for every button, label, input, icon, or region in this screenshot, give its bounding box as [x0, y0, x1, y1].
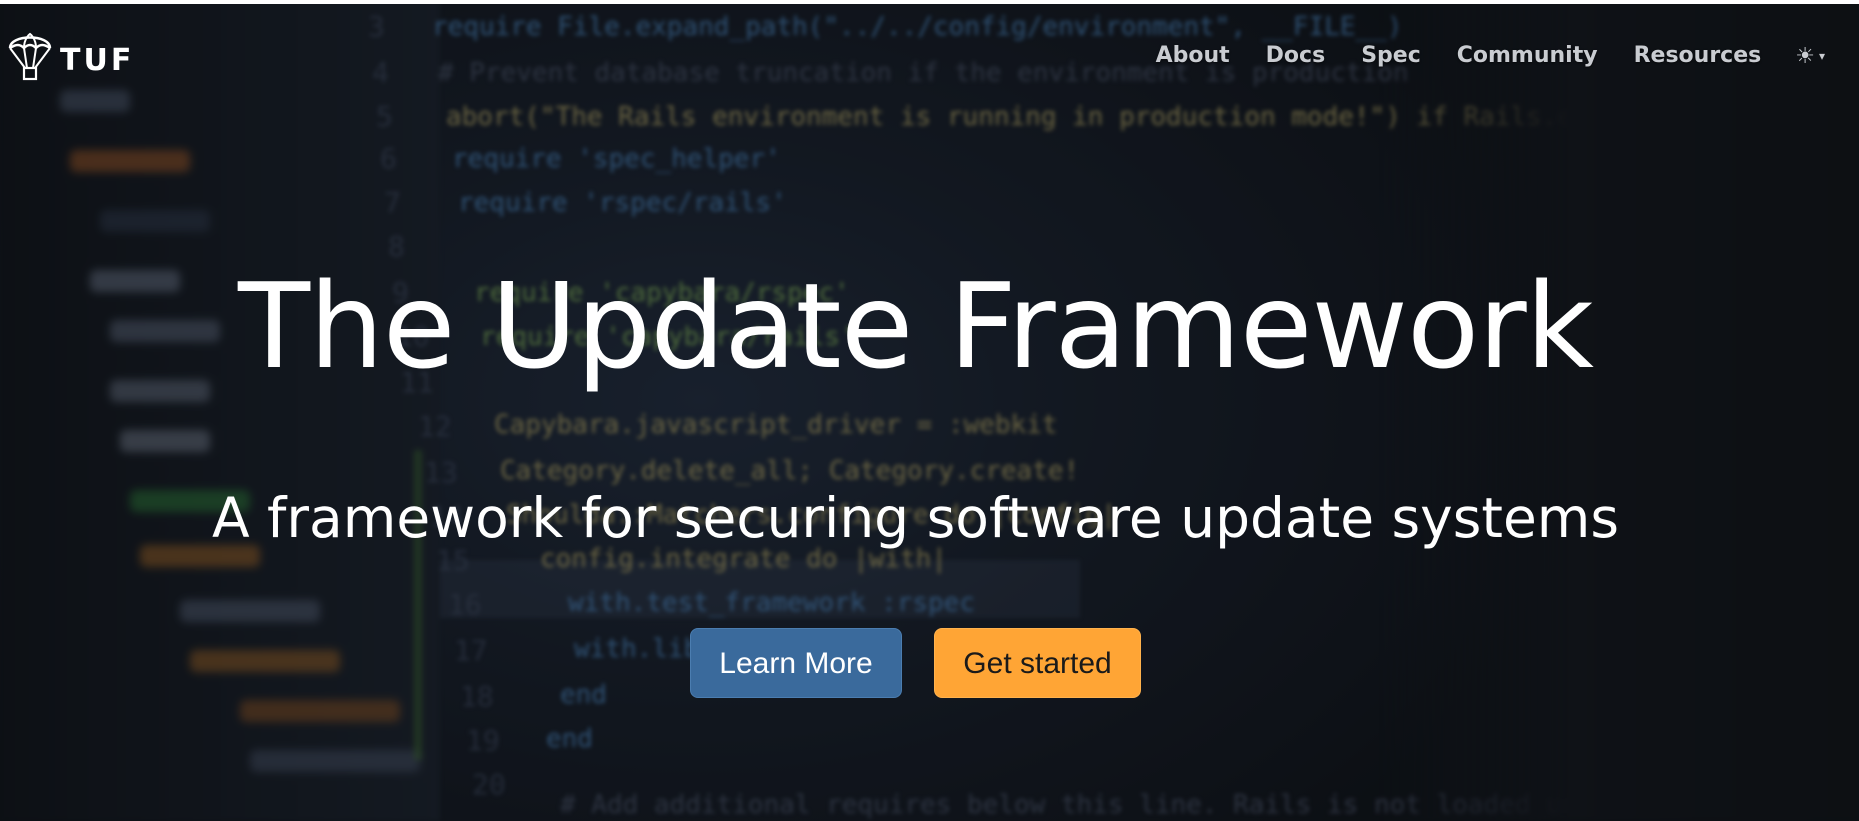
nav-item-about[interactable]: About	[1138, 38, 1248, 74]
parachute-icon	[8, 32, 52, 81]
nav-item-docs[interactable]: Docs	[1248, 38, 1344, 74]
brand-logo-link[interactable]: TUF	[6, 26, 134, 82]
nav-item-spec[interactable]: Spec	[1343, 38, 1439, 74]
page: 3 4 5 6 7 8 9 10 11 12 13 14 15 16 17 18…	[0, 0, 1859, 821]
theme-toggle-dropdown[interactable]: ☀ ▾	[1779, 43, 1825, 69]
hero-subtitle: A framework for securing software update…	[211, 486, 1620, 550]
nav-menu: About Docs Spec Community Resources ☀ ▾	[1138, 38, 1825, 74]
get-started-button[interactable]: Get started	[934, 628, 1141, 698]
hero-actions: Learn More Get started	[0, 628, 1845, 698]
nav-item-community[interactable]: Community	[1439, 38, 1616, 74]
brand-name: TUF	[60, 43, 135, 78]
sun-icon: ☀	[1795, 43, 1815, 68]
hero-section: The Update Framework A framework for sec…	[0, 0, 1859, 821]
top-navbar: TUF About Docs Spec Community Resources …	[0, 4, 1859, 100]
nav-item-resources[interactable]: Resources	[1616, 38, 1780, 74]
hero-title: The Update Framework	[237, 257, 1594, 395]
learn-more-button[interactable]: Learn More	[690, 628, 902, 698]
chevron-down-icon: ▾	[1818, 49, 1825, 63]
